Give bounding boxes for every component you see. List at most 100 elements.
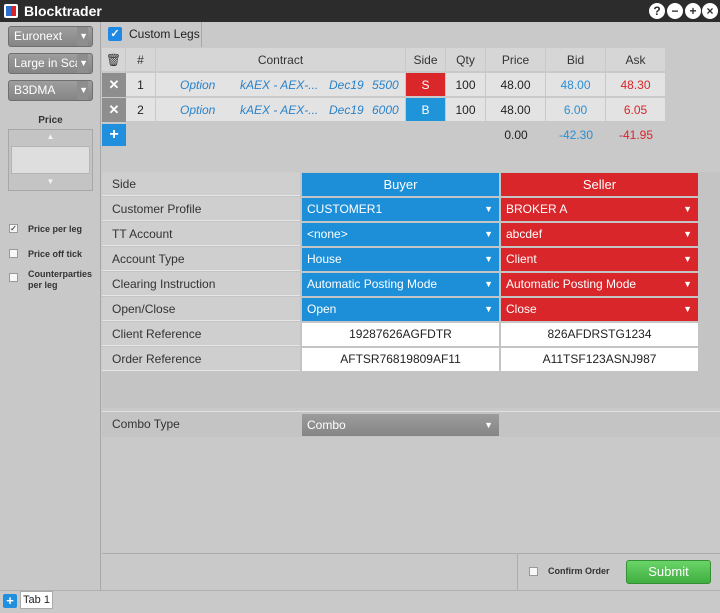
chevron-down-icon: ▼ (77, 27, 88, 46)
confirm-order-checkbox[interactable] (529, 567, 538, 576)
buyer-tt-account-select[interactable]: <none> ▼ (302, 223, 499, 246)
leg-price[interactable]: 48.00 (486, 98, 546, 122)
leg-ask: 48.30 (606, 73, 666, 97)
leg-contract[interactable]: Option kAEX - AEX-... Dec19 5500 (156, 73, 406, 97)
seller-order-reference-field[interactable]: A11TSF123ASNJ987 (501, 348, 698, 371)
col-header-bid: Bid (546, 48, 606, 72)
chevron-down-icon: ▼ (77, 81, 88, 100)
leg-contract[interactable]: Option kAEX - AEX-... Dec19 6000 (156, 98, 406, 122)
remove-leg-icon[interactable]: ✕ (102, 73, 126, 97)
buyer-client-reference-field[interactable]: 19287626AGFDTR (302, 323, 499, 346)
tab-1[interactable]: Tab 1 (20, 591, 53, 609)
side-row: Side Buyer Seller (102, 172, 700, 197)
chevron-down-icon: ▼ (683, 279, 692, 289)
buyer-customer-profile-select[interactable]: CUSTOMER1 ▼ (302, 198, 499, 221)
chevron-down-icon: ▼ (77, 54, 88, 73)
leg-product: kAEX - AEX-... (240, 103, 319, 117)
custom-legs-checkbox[interactable]: ✓ (108, 27, 122, 41)
buyer-open-close-select[interactable]: Open ▼ (302, 298, 499, 321)
tt-account-row: TT Account <none> ▼ abcdef ▼ (102, 222, 700, 247)
price-stepper: ▲ ▼ (8, 129, 93, 191)
leg-qty[interactable]: 100 (446, 98, 486, 122)
leg-product: kAEX - AEX-... (240, 78, 319, 92)
size-select[interactable]: Large in Sca ▼ (8, 53, 93, 74)
side-label: Side (102, 172, 300, 196)
leg-qty[interactable]: 100 (446, 73, 486, 97)
col-header-side: Side (406, 48, 446, 72)
confirm-area: Confirm Order Submit (517, 553, 720, 590)
combo-type-row: Combo Type Combo ▼ (102, 411, 720, 437)
clearing-instruction-label: Clearing Instruction (102, 272, 300, 296)
venue-select[interactable]: B3DMA ▼ (8, 80, 93, 101)
select-value: <none> (307, 227, 348, 241)
col-header-price: Price (486, 48, 546, 72)
col-header-qty: Qty (446, 48, 486, 72)
leg-bid: 6.00 (546, 98, 606, 122)
seller-account-type-select[interactable]: Client ▼ (501, 248, 698, 271)
counterparties-per-leg-checkbox[interactable] (9, 273, 18, 282)
custom-legs-label: Custom Legs (129, 27, 200, 41)
submit-button[interactable]: Submit (626, 560, 711, 584)
buyer-order-reference-field[interactable]: AFTSR76819809AF11 (302, 348, 499, 371)
minimize-icon[interactable]: − (667, 3, 683, 19)
buyer-account-type-select[interactable]: House ▼ (302, 248, 499, 271)
add-leg-button[interactable]: + (102, 124, 126, 146)
close-icon[interactable]: × (702, 3, 718, 19)
buyer-clearing-instruction-select[interactable]: Automatic Posting Mode ▼ (302, 273, 499, 296)
leg-side-sell-button[interactable]: S (406, 73, 446, 97)
leg-type: Option (180, 78, 216, 92)
select-value: Client (506, 252, 537, 266)
leg-strike: 5500 (372, 78, 399, 92)
trash-icon[interactable]: 🗑 (102, 48, 126, 72)
total-ask: -41.95 (606, 123, 666, 147)
seller-client-reference-field[interactable]: 826AFDRSTG1234 (501, 323, 698, 346)
custom-legs-toggle[interactable]: ✓ Custom Legs (102, 22, 202, 47)
customer-profile-row: Customer Profile CUSTOMER1 ▼ BROKER A ▼ (102, 197, 700, 222)
title-bar: Blocktrader ? − + × (0, 0, 720, 22)
col-header-num: # (126, 48, 156, 72)
chevron-down-icon: ▼ (683, 304, 692, 314)
tt-account-label: TT Account (102, 222, 300, 246)
maximize-icon[interactable]: + (685, 3, 701, 19)
select-value: Close (506, 302, 537, 316)
chevron-up-icon[interactable]: ▲ (9, 132, 92, 141)
chevron-down-icon: ▼ (484, 204, 493, 214)
order-reference-label: Order Reference (102, 347, 300, 371)
leg-expiry: Dec19 (329, 78, 364, 92)
select-value: BROKER A (506, 202, 568, 216)
left-panel: Euronext ▼ Large in Sca ▼ B3DMA ▼ Price … (0, 22, 101, 590)
help-icon[interactable]: ? (649, 3, 665, 19)
leg-price[interactable]: 48.00 (486, 73, 546, 97)
seller-clearing-instruction-select[interactable]: Automatic Posting Mode ▼ (501, 273, 698, 296)
seller-open-close-select[interactable]: Close ▼ (501, 298, 698, 321)
app-logo-icon (4, 4, 18, 18)
buyer-header: Buyer (302, 173, 499, 196)
add-tab-icon[interactable]: + (3, 594, 17, 608)
account-type-label: Account Type (102, 247, 300, 271)
select-value: CUSTOMER1 (307, 202, 383, 216)
price-off-tick-checkbox[interactable] (9, 249, 18, 258)
chevron-down-icon[interactable]: ▼ (9, 177, 92, 186)
price-per-leg-checkbox[interactable]: ✓ (9, 224, 18, 233)
counterparties-per-leg-label: Counterparties per leg (28, 269, 93, 290)
leg-side-buy-button[interactable]: B (406, 98, 446, 122)
remove-leg-icon[interactable]: ✕ (102, 98, 126, 122)
combo-type-select[interactable]: Combo ▼ (302, 414, 499, 436)
leg-ask: 6.05 (606, 98, 666, 122)
exchange-select[interactable]: Euronext ▼ (8, 26, 93, 47)
chevron-down-icon: ▼ (484, 304, 493, 314)
leg-num: 2 (126, 98, 156, 122)
open-close-row: Open/Close Open ▼ Close ▼ (102, 297, 700, 322)
col-header-ask: Ask (606, 48, 666, 72)
select-value: Automatic Posting Mode (307, 277, 438, 291)
leg-type: Option (180, 103, 216, 117)
seller-customer-profile-select[interactable]: BROKER A ▼ (501, 198, 698, 221)
account-type-row: Account Type House ▼ Client ▼ (102, 247, 700, 272)
client-reference-label: Client Reference (102, 322, 300, 346)
custom-legs-bar: ✓ Custom Legs (102, 22, 720, 48)
price-input[interactable] (11, 146, 90, 174)
total-bid: -42.30 (546, 123, 606, 147)
seller-tt-account-select[interactable]: abcdef ▼ (501, 223, 698, 246)
select-value: Automatic Posting Mode (506, 277, 637, 291)
chevron-down-icon: ▼ (484, 420, 493, 430)
